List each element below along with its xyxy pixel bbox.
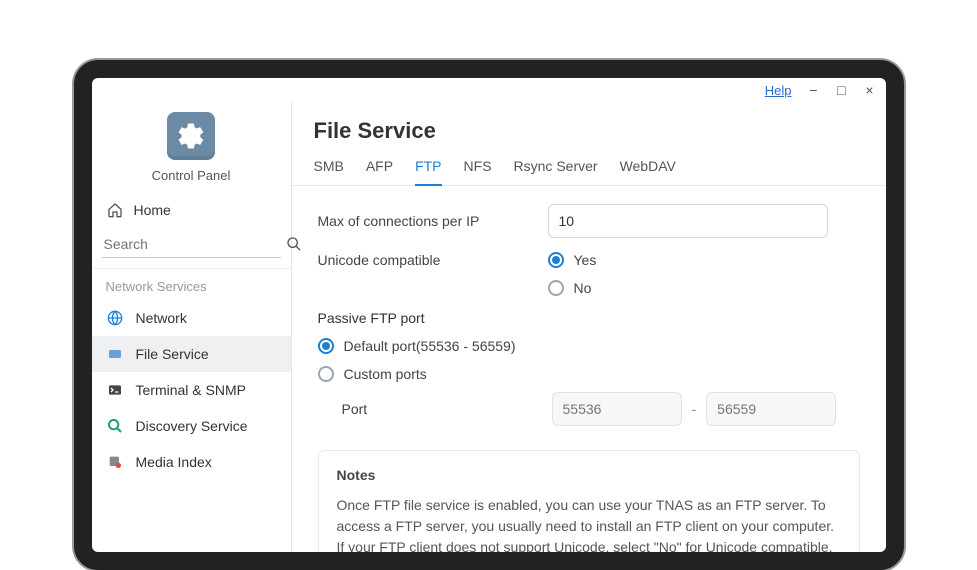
notes-title: Notes bbox=[337, 467, 841, 483]
gear-icon bbox=[167, 112, 215, 160]
unicode-label: Unicode compatible bbox=[318, 252, 528, 268]
search-row bbox=[92, 227, 291, 269]
control-panel-header: Control Panel bbox=[92, 106, 291, 193]
sidebar-home[interactable]: Home bbox=[92, 193, 291, 227]
search-input[interactable] bbox=[104, 236, 285, 252]
notes-card: Notes Once FTP file service is enabled, … bbox=[318, 450, 860, 552]
device-frame: Help − □ × Control Panel bbox=[74, 60, 904, 570]
minimize-button[interactable]: − bbox=[808, 82, 820, 98]
main: File Service SMB AFP FTP NFS Rsync Serve… bbox=[292, 102, 886, 552]
radio-label: Yes bbox=[574, 252, 597, 268]
sidebar-item-media-index[interactable]: Media Index bbox=[92, 444, 291, 480]
unicode-no-radio[interactable]: No bbox=[548, 280, 597, 296]
sidebar-item-label: Media Index bbox=[136, 454, 212, 470]
passive-default-radio[interactable]: Default port(55536 - 56559) bbox=[318, 338, 860, 354]
magnifier-icon bbox=[106, 417, 124, 435]
tab-rsync-server[interactable]: Rsync Server bbox=[514, 158, 598, 185]
tab-nfs[interactable]: NFS bbox=[464, 158, 492, 185]
sidebar-item-label: Discovery Service bbox=[136, 418, 248, 434]
sidebar-item-label: Terminal & SNMP bbox=[136, 382, 246, 398]
section-label: Network Services bbox=[92, 269, 291, 300]
window: Help − □ × Control Panel bbox=[92, 78, 886, 552]
tab-webdav[interactable]: WebDAV bbox=[620, 158, 676, 185]
radio-icon bbox=[548, 280, 564, 296]
max-connections-input[interactable] bbox=[548, 204, 828, 238]
radio-label: No bbox=[574, 280, 592, 296]
radio-label: Default port(55536 - 56559) bbox=[344, 338, 516, 354]
tab-afp[interactable]: AFP bbox=[366, 158, 393, 185]
control-panel-label: Control Panel bbox=[152, 168, 231, 183]
sidebar-item-label: File Service bbox=[136, 346, 209, 362]
passive-custom-radio[interactable]: Custom ports bbox=[318, 366, 860, 382]
notes-body: Once FTP file service is enabled, you ca… bbox=[337, 495, 841, 552]
passive-ftp-title: Passive FTP port bbox=[318, 310, 860, 326]
port-range-dash: - bbox=[692, 401, 697, 417]
port-label: Port bbox=[342, 401, 542, 417]
port-end-input bbox=[706, 392, 836, 426]
max-connections-label: Max of connections per IP bbox=[318, 213, 528, 229]
globe-icon bbox=[106, 309, 124, 327]
home-label: Home bbox=[134, 202, 171, 218]
tabs: SMB AFP FTP NFS Rsync Server WebDAV bbox=[292, 144, 886, 186]
radio-icon bbox=[318, 366, 334, 382]
sidebar-item-terminal-snmp[interactable]: Terminal & SNMP bbox=[92, 372, 291, 408]
sidebar-item-discovery-service[interactable]: Discovery Service bbox=[92, 408, 291, 444]
sidebar-item-label: Network bbox=[136, 310, 187, 326]
media-icon bbox=[106, 453, 124, 471]
radio-label: Custom ports bbox=[344, 366, 427, 382]
terminal-icon bbox=[106, 381, 124, 399]
tab-ftp[interactable]: FTP bbox=[415, 158, 441, 186]
help-link[interactable]: Help bbox=[765, 83, 792, 98]
sidebar: Control Panel Home bbox=[92, 102, 292, 552]
close-button[interactable]: × bbox=[864, 82, 876, 98]
port-start-input bbox=[552, 392, 682, 426]
sidebar-item-network[interactable]: Network bbox=[92, 300, 291, 336]
radio-icon bbox=[548, 252, 564, 268]
sidebar-item-file-service[interactable]: File Service bbox=[92, 336, 291, 372]
maximize-button[interactable]: □ bbox=[836, 82, 848, 98]
titlebar: Help − □ × bbox=[92, 78, 886, 102]
radio-icon bbox=[318, 338, 334, 354]
content-panel: Max of connections per IP Unicode compat… bbox=[292, 186, 886, 552]
tab-smb[interactable]: SMB bbox=[314, 158, 344, 185]
share-icon bbox=[106, 345, 124, 363]
home-icon bbox=[106, 201, 124, 219]
page-title: File Service bbox=[314, 118, 864, 144]
unicode-yes-radio[interactable]: Yes bbox=[548, 252, 597, 268]
